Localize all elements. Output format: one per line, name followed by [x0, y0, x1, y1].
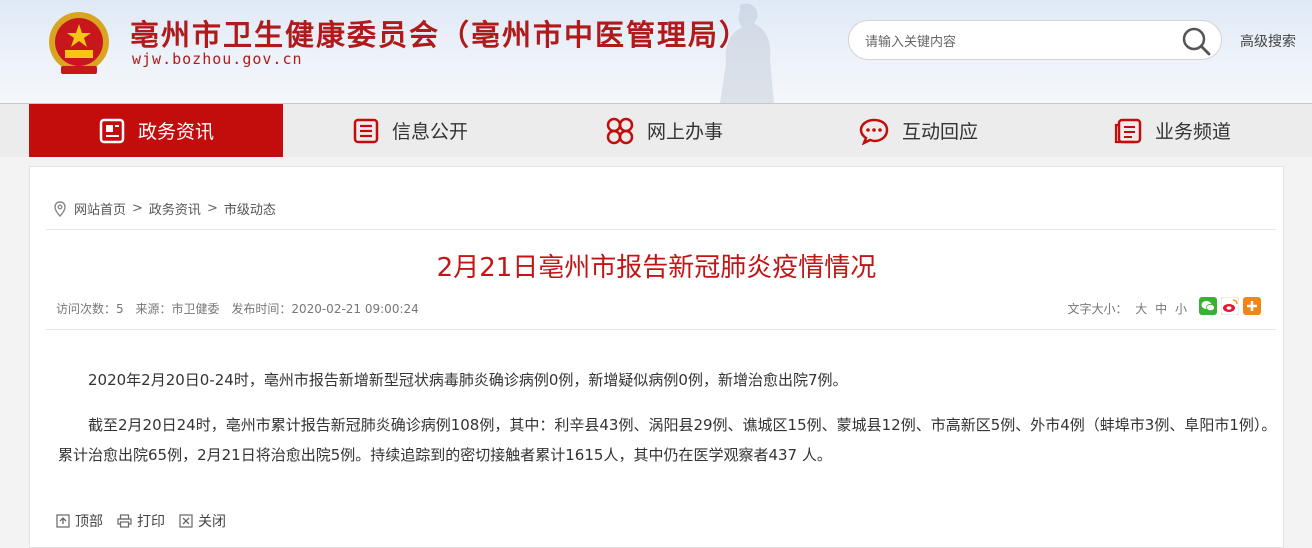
chat-icon: [859, 118, 889, 145]
search-input[interactable]: [863, 31, 1167, 53]
nav-item-label: 互动回应: [901, 121, 978, 143]
location-pin-icon: [54, 200, 66, 217]
site-title: 亳州市卫生健康委员会（亳州市中医管理局）: [130, 18, 751, 52]
article-meta: 访问次数：5 来源：市卫健委 发布时间：2020-02-21 09:00:24: [56, 300, 427, 317]
close-label: 关闭: [198, 514, 226, 530]
clover-icon: [606, 117, 634, 144]
article-tools: 顶部 打印 关闭: [56, 511, 226, 531]
list-icon: [353, 118, 379, 143]
nav-item-label: 信息公开: [391, 121, 468, 143]
font-size-medium[interactable]: 中: [1155, 302, 1167, 316]
breadcrumb-separator: >: [132, 201, 143, 216]
search-box: [848, 20, 1222, 60]
breadcrumb-news[interactable]: 政务资讯: [149, 199, 201, 218]
article-paragraph: 2020年2月20日0-24时，亳州市报告新增新型冠状病毒肺炎确诊病例0例，新增…: [88, 371, 848, 389]
breadcrumb: 网站首页 > 政务资讯 > 市级动态: [52, 199, 276, 218]
nav-item-services[interactable]: 网上办事: [537, 104, 791, 157]
nav-item-label: 政务资讯: [137, 121, 214, 143]
plus-share-icon[interactable]: [1243, 297, 1261, 315]
arrow-up-box-icon: [56, 514, 70, 528]
wechat-icon[interactable]: [1199, 297, 1217, 315]
close-box-icon: [179, 514, 193, 528]
news-icon: [99, 118, 125, 143]
printer-icon: [117, 514, 132, 528]
divider: [46, 329, 1276, 330]
share-bar: [1199, 296, 1261, 316]
breadcrumb-home[interactable]: 网站首页: [74, 199, 126, 218]
national-emblem-icon: [49, 12, 109, 74]
nav-item-business[interactable]: 业务频道: [1045, 104, 1299, 157]
article-paragraph: 截至2月20日24时，亳州市累计报告新冠肺炎确诊病例108例，其中：利辛县43例…: [58, 416, 1277, 464]
font-size-small[interactable]: 小: [1175, 302, 1187, 316]
publish-time: 发布时间：2020-02-21 09:00:24: [231, 302, 419, 316]
article-title: 2月21日亳州市报告新冠肺炎疫情情况: [436, 253, 877, 283]
weibo-icon[interactable]: [1220, 296, 1240, 316]
divider: [46, 229, 1276, 230]
breadcrumb-separator: >: [206, 201, 218, 216]
nav-item-news[interactable]: 政务资讯: [29, 104, 283, 157]
font-size-label: 文字大小：: [1067, 302, 1128, 316]
visit-count: 访问次数：5: [56, 302, 124, 316]
nav-item-label: 业务频道: [1154, 121, 1231, 143]
search-icon[interactable]: [1181, 26, 1211, 56]
nav-item-info[interactable]: 信息公开: [283, 104, 537, 157]
document-icon: [1114, 118, 1142, 143]
font-size-control: 文字大小： 大 中 小: [1067, 300, 1187, 317]
advanced-search-link[interactable]: 高级搜索: [1240, 31, 1296, 51]
article-card: 网站首页 > 政务资讯 > 市级动态 2月21日亳州市报告新冠肺炎疫情情况 访问…: [29, 166, 1284, 548]
print-label: 打印: [137, 514, 165, 530]
nav-item-interaction[interactable]: 互动回应: [791, 104, 1045, 157]
article-source: 来源：市卫健委: [135, 302, 220, 316]
back-to-top-button[interactable]: 顶部: [56, 511, 103, 531]
top-label: 顶部: [75, 514, 103, 530]
close-button[interactable]: 关闭: [179, 511, 226, 531]
breadcrumb-city-news[interactable]: 市级动态: [224, 199, 276, 218]
site-url: wjw.bozhou.gov.cn: [132, 50, 303, 68]
print-button[interactable]: 打印: [117, 511, 165, 531]
font-size-large[interactable]: 大: [1135, 302, 1147, 316]
nav-item-label: 网上办事: [646, 121, 723, 143]
site-header: 亳州市卫生健康委员会（亳州市中医管理局） wjw.bozhou.gov.cn 高…: [0, 0, 1312, 103]
main-nav: 政务资讯 信息公开 网上办事 互动回应 业务频道: [0, 103, 1312, 157]
